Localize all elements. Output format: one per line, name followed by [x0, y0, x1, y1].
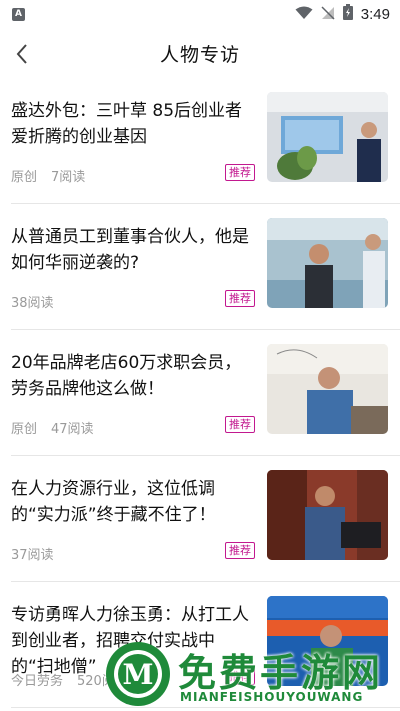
article-item[interactable]: 盛达外包：三叶草 85后创业者爱折腾的创业基因 原创 7阅读 推荐: [11, 78, 400, 204]
article-meta: 原创 7阅读: [11, 166, 85, 185]
article-thumbnail[interactable]: [267, 218, 388, 308]
recommend-tag: 推荐: [225, 416, 255, 433]
article-meta: 37阅读: [11, 544, 54, 563]
article-title[interactable]: 盛达外包：三叶草 85后创业者爱折腾的创业基因: [11, 98, 249, 150]
article-thumbnail[interactable]: [267, 92, 388, 182]
back-button[interactable]: [8, 40, 36, 68]
watermark-cn: 免费手游网: [178, 650, 384, 695]
wifi-icon: [295, 5, 313, 24]
app-badge-icon: A: [12, 7, 25, 21]
battery-icon: [342, 4, 353, 24]
article-source: 今日劳务: [11, 674, 64, 689]
status-left: A: [12, 7, 25, 21]
article-meta: 原创 47阅读: [11, 418, 94, 437]
article-meta: 38阅读: [11, 292, 54, 311]
article-title[interactable]: 20年品牌老店60万求职会员，劳务品牌他这么做！: [11, 350, 249, 402]
article-source: 原创: [11, 422, 38, 437]
article-list: 盛达外包：三叶草 85后创业者爱折腾的创业基因 原创 7阅读 推荐 从普通员工到…: [0, 78, 400, 708]
status-bar: A 3:49: [0, 0, 400, 28]
article-source: 原创: [11, 170, 38, 185]
page-title: 人物专访: [159, 43, 240, 66]
article-reads: 38阅读: [11, 296, 54, 311]
site-logo-icon: M: [106, 642, 170, 706]
article-reads: 7阅读: [51, 170, 86, 185]
article-thumbnail[interactable]: [267, 344, 388, 434]
title-bar: 人物专访: [0, 28, 400, 78]
site-watermark: M 免费手游网 MIANFEISHOUYOUWANG: [104, 640, 400, 711]
article-thumbnail[interactable]: [267, 470, 388, 560]
status-time: 3:49: [360, 5, 390, 23]
article-title[interactable]: 从普通员工到董事合伙人，他是如何华丽逆袭的?: [11, 224, 249, 276]
chevron-left-icon: [16, 44, 27, 64]
recommend-tag: 推荐: [225, 164, 255, 181]
article-title[interactable]: 在人力资源行业，这位低调的“实力派”终于藏不住了！: [11, 476, 249, 528]
recommend-tag: 推荐: [225, 290, 255, 307]
article-reads: 37阅读: [11, 548, 54, 563]
watermark-en: MIANFEISHOUYOUWANG: [180, 690, 364, 704]
article-item[interactable]: 20年品牌老店60万求职会员，劳务品牌他这么做！ 原创 47阅读 推荐: [11, 330, 400, 456]
recommend-tag: 推荐: [225, 542, 255, 559]
site-logo-letter: M: [123, 658, 154, 691]
article-item[interactable]: 从普通员工到董事合伙人，他是如何华丽逆袭的? 38阅读 推荐: [11, 204, 400, 330]
status-right: 3:49: [295, 4, 390, 24]
no-signal-icon: [321, 5, 335, 24]
article-item[interactable]: 在人力资源行业，这位低调的“实力派”终于藏不住了！ 37阅读 推荐: [11, 456, 400, 582]
article-reads: 47阅读: [51, 422, 94, 437]
